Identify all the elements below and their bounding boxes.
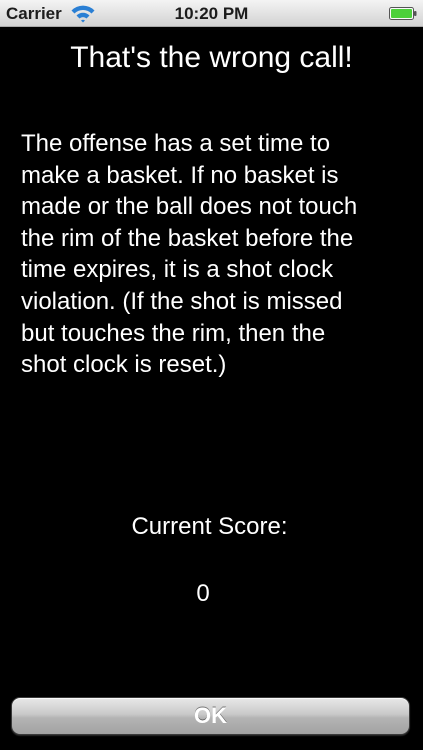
screen: Carrier 10:20 PM That's the wrong call! … [0, 0, 423, 750]
current-score-label: Current Score: [131, 513, 288, 540]
result-title: That's the wrong call! [70, 41, 353, 74]
status-bar: Carrier 10:20 PM [0, 0, 423, 27]
explanation-text: The offense has a set time to make a bas… [21, 130, 358, 379]
ok-button[interactable]: OK [11, 697, 410, 735]
current-score-value: 0 [196, 580, 210, 607]
battery-icon [389, 7, 417, 20]
status-time: 10:20 PM [174, 4, 249, 23]
